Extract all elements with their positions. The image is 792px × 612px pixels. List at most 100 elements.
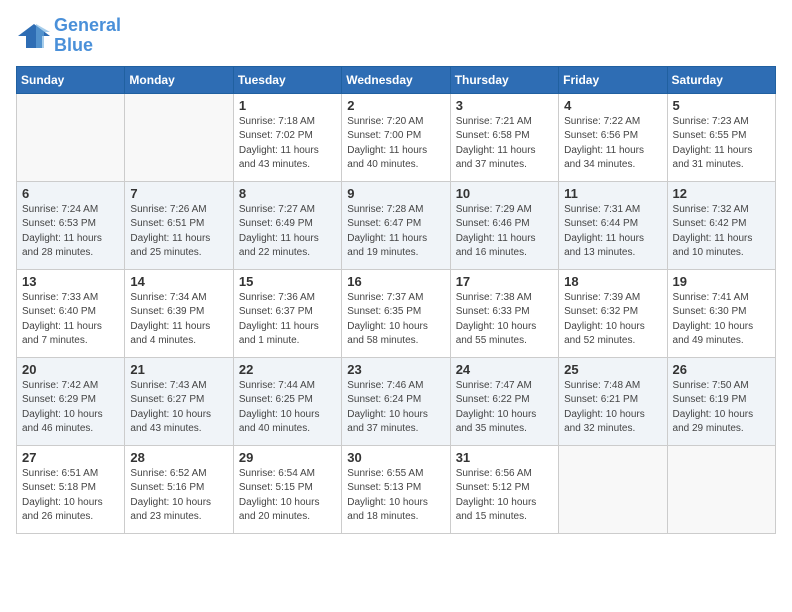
calendar-week-row: 20 Sunrise: 7:42 AMSunset: 6:29 PMDayligh… bbox=[17, 357, 776, 445]
day-info: Sunrise: 6:55 AMSunset: 5:13 PMDaylight:… bbox=[347, 467, 444, 525]
day-info: Sunrise: 7:46 AMSunset: 6:24 PMDaylight:… bbox=[347, 379, 444, 437]
day-info: Sunrise: 7:38 AMSunset: 6:33 PMDaylight:… bbox=[456, 291, 553, 349]
calendar-day-cell: 10 Sunrise: 7:29 AMSunset: 6:46 PMDayligh… bbox=[450, 181, 558, 269]
day-number: 21 bbox=[130, 362, 227, 377]
day-info: Sunrise: 7:24 AMSunset: 6:53 PMDaylight:… bbox=[22, 203, 119, 261]
day-info: Sunrise: 7:37 AMSunset: 6:35 PMDaylight:… bbox=[347, 291, 444, 349]
day-info: Sunrise: 7:29 AMSunset: 6:46 PMDaylight:… bbox=[456, 203, 553, 261]
day-info: Sunrise: 7:48 AMSunset: 6:21 PMDaylight:… bbox=[564, 379, 661, 437]
calendar-day-cell bbox=[559, 445, 667, 533]
calendar-day-cell: 1 Sunrise: 7:18 AMSunset: 7:02 PMDaylight… bbox=[233, 93, 341, 181]
calendar-day-cell: 24 Sunrise: 7:47 AMSunset: 6:22 PMDayligh… bbox=[450, 357, 558, 445]
day-number: 28 bbox=[130, 450, 227, 465]
day-number: 7 bbox=[130, 186, 227, 201]
calendar-day-cell: 31Sunrise: 6:56 AMSunset: 5:12 PMDayligh… bbox=[450, 445, 558, 533]
day-number: 19 bbox=[673, 274, 770, 289]
day-info: Sunrise: 6:52 AMSunset: 5:16 PMDaylight:… bbox=[130, 467, 227, 525]
day-info: Sunrise: 7:18 AMSunset: 7:02 PMDaylight:… bbox=[239, 115, 336, 173]
calendar-day-cell: 12 Sunrise: 7:32 AMSunset: 6:42 PMDayligh… bbox=[667, 181, 775, 269]
day-number: 1 bbox=[239, 98, 336, 113]
weekday-header-thursday: Thursday bbox=[450, 66, 558, 93]
calendar-day-cell bbox=[17, 93, 125, 181]
calendar-week-row: 6 Sunrise: 7:24 AMSunset: 6:53 PMDaylight… bbox=[17, 181, 776, 269]
calendar-day-cell: 19 Sunrise: 7:41 AMSunset: 6:30 PMDayligh… bbox=[667, 269, 775, 357]
day-number: 16 bbox=[347, 274, 444, 289]
calendar-day-cell: 20 Sunrise: 7:42 AMSunset: 6:29 PMDayligh… bbox=[17, 357, 125, 445]
day-number: 24 bbox=[456, 362, 553, 377]
day-number: 31 bbox=[456, 450, 553, 465]
day-number: 22 bbox=[239, 362, 336, 377]
day-info: Sunrise: 7:20 AMSunset: 7:00 PMDaylight:… bbox=[347, 115, 444, 173]
day-number: 4 bbox=[564, 98, 661, 113]
calendar-day-cell: 6 Sunrise: 7:24 AMSunset: 6:53 PMDaylight… bbox=[17, 181, 125, 269]
day-info: Sunrise: 7:23 AMSunset: 6:55 PMDaylight:… bbox=[673, 115, 770, 173]
day-info: Sunrise: 7:22 AMSunset: 6:56 PMDaylight:… bbox=[564, 115, 661, 173]
calendar-day-cell: 16 Sunrise: 7:37 AMSunset: 6:35 PMDayligh… bbox=[342, 269, 450, 357]
weekday-header-tuesday: Tuesday bbox=[233, 66, 341, 93]
weekday-header-monday: Monday bbox=[125, 66, 233, 93]
calendar-day-cell: 25 Sunrise: 7:48 AMSunset: 6:21 PMDayligh… bbox=[559, 357, 667, 445]
day-number: 11 bbox=[564, 186, 661, 201]
day-number: 2 bbox=[347, 98, 444, 113]
calendar-day-cell: 21Sunrise: 7:43 AMSunset: 6:27 PMDayligh… bbox=[125, 357, 233, 445]
day-info: Sunrise: 7:28 AMSunset: 6:47 PMDaylight:… bbox=[347, 203, 444, 261]
calendar-day-cell: 29 Sunrise: 6:54 AMSunset: 5:15 PMDayligh… bbox=[233, 445, 341, 533]
calendar-day-cell: 30 Sunrise: 6:55 AMSunset: 5:13 PMDayligh… bbox=[342, 445, 450, 533]
day-number: 26 bbox=[673, 362, 770, 377]
day-number: 20 bbox=[22, 362, 119, 377]
calendar-day-cell: 18 Sunrise: 7:39 AMSunset: 6:32 PMDayligh… bbox=[559, 269, 667, 357]
calendar-day-cell: 2 Sunrise: 7:20 AMSunset: 7:00 PMDaylight… bbox=[342, 93, 450, 181]
day-number: 15 bbox=[239, 274, 336, 289]
calendar-day-cell: 9 Sunrise: 7:28 AMSunset: 6:47 PMDaylight… bbox=[342, 181, 450, 269]
weekday-header-row: SundayMondayTuesdayWednesdayThursdayFrid… bbox=[17, 66, 776, 93]
weekday-header-sunday: Sunday bbox=[17, 66, 125, 93]
calendar-week-row: 1 Sunrise: 7:18 AMSunset: 7:02 PMDaylight… bbox=[17, 93, 776, 181]
day-number: 12 bbox=[673, 186, 770, 201]
day-number: 30 bbox=[347, 450, 444, 465]
calendar-day-cell: 27Sunrise: 6:51 AMSunset: 5:18 PMDayligh… bbox=[17, 445, 125, 533]
calendar-day-cell: 14Sunrise: 7:34 AMSunset: 6:39 PMDayligh… bbox=[125, 269, 233, 357]
day-info: Sunrise: 7:31 AMSunset: 6:44 PMDaylight:… bbox=[564, 203, 661, 261]
calendar-day-cell: 11 Sunrise: 7:31 AMSunset: 6:44 PMDayligh… bbox=[559, 181, 667, 269]
day-info: Sunrise: 7:21 AMSunset: 6:58 PMDaylight:… bbox=[456, 115, 553, 173]
day-info: Sunrise: 7:39 AMSunset: 6:32 PMDaylight:… bbox=[564, 291, 661, 349]
day-number: 18 bbox=[564, 274, 661, 289]
logo-icon bbox=[16, 22, 52, 50]
day-number: 5 bbox=[673, 98, 770, 113]
day-number: 29 bbox=[239, 450, 336, 465]
day-number: 3 bbox=[456, 98, 553, 113]
calendar-day-cell: 26Sunrise: 7:50 AMSunset: 6:19 PMDayligh… bbox=[667, 357, 775, 445]
calendar-day-cell: 4 Sunrise: 7:22 AMSunset: 6:56 PMDaylight… bbox=[559, 93, 667, 181]
calendar-day-cell: 23 Sunrise: 7:46 AMSunset: 6:24 PMDayligh… bbox=[342, 357, 450, 445]
calendar-day-cell: 28 Sunrise: 6:52 AMSunset: 5:16 PMDayligh… bbox=[125, 445, 233, 533]
calendar-day-cell: 7Sunrise: 7:26 AMSunset: 6:51 PMDaylight… bbox=[125, 181, 233, 269]
calendar-table: SundayMondayTuesdayWednesdayThursdayFrid… bbox=[16, 66, 776, 534]
logo-text: General Blue bbox=[54, 16, 121, 56]
day-number: 13 bbox=[22, 274, 119, 289]
day-info: Sunrise: 7:27 AMSunset: 6:49 PMDaylight:… bbox=[239, 203, 336, 261]
day-info: Sunrise: 6:54 AMSunset: 5:15 PMDaylight:… bbox=[239, 467, 336, 525]
logo: General Blue bbox=[16, 16, 121, 56]
day-info: Sunrise: 7:32 AMSunset: 6:42 PMDaylight:… bbox=[673, 203, 770, 261]
day-number: 27 bbox=[22, 450, 119, 465]
day-number: 23 bbox=[347, 362, 444, 377]
calendar-day-cell bbox=[125, 93, 233, 181]
day-number: 25 bbox=[564, 362, 661, 377]
day-number: 6 bbox=[22, 186, 119, 201]
calendar-day-cell: 15Sunrise: 7:36 AMSunset: 6:37 PMDayligh… bbox=[233, 269, 341, 357]
calendar-day-cell: 5 Sunrise: 7:23 AMSunset: 6:55 PMDaylight… bbox=[667, 93, 775, 181]
calendar-day-cell: 17 Sunrise: 7:38 AMSunset: 6:33 PMDayligh… bbox=[450, 269, 558, 357]
day-info: Sunrise: 7:42 AMSunset: 6:29 PMDaylight:… bbox=[22, 379, 119, 437]
day-number: 17 bbox=[456, 274, 553, 289]
day-info: Sunrise: 7:47 AMSunset: 6:22 PMDaylight:… bbox=[456, 379, 553, 437]
day-number: 10 bbox=[456, 186, 553, 201]
weekday-header-wednesday: Wednesday bbox=[342, 66, 450, 93]
calendar-day-cell bbox=[667, 445, 775, 533]
calendar-day-cell: 8Sunrise: 7:27 AMSunset: 6:49 PMDaylight… bbox=[233, 181, 341, 269]
day-number: 14 bbox=[130, 274, 227, 289]
day-info: Sunrise: 7:44 AMSunset: 6:25 PMDaylight:… bbox=[239, 379, 336, 437]
day-number: 9 bbox=[347, 186, 444, 201]
day-info: Sunrise: 7:41 AMSunset: 6:30 PMDaylight:… bbox=[673, 291, 770, 349]
calendar-day-cell: 3 Sunrise: 7:21 AMSunset: 6:58 PMDaylight… bbox=[450, 93, 558, 181]
day-info: Sunrise: 7:33 AMSunset: 6:40 PMDaylight:… bbox=[22, 291, 119, 349]
